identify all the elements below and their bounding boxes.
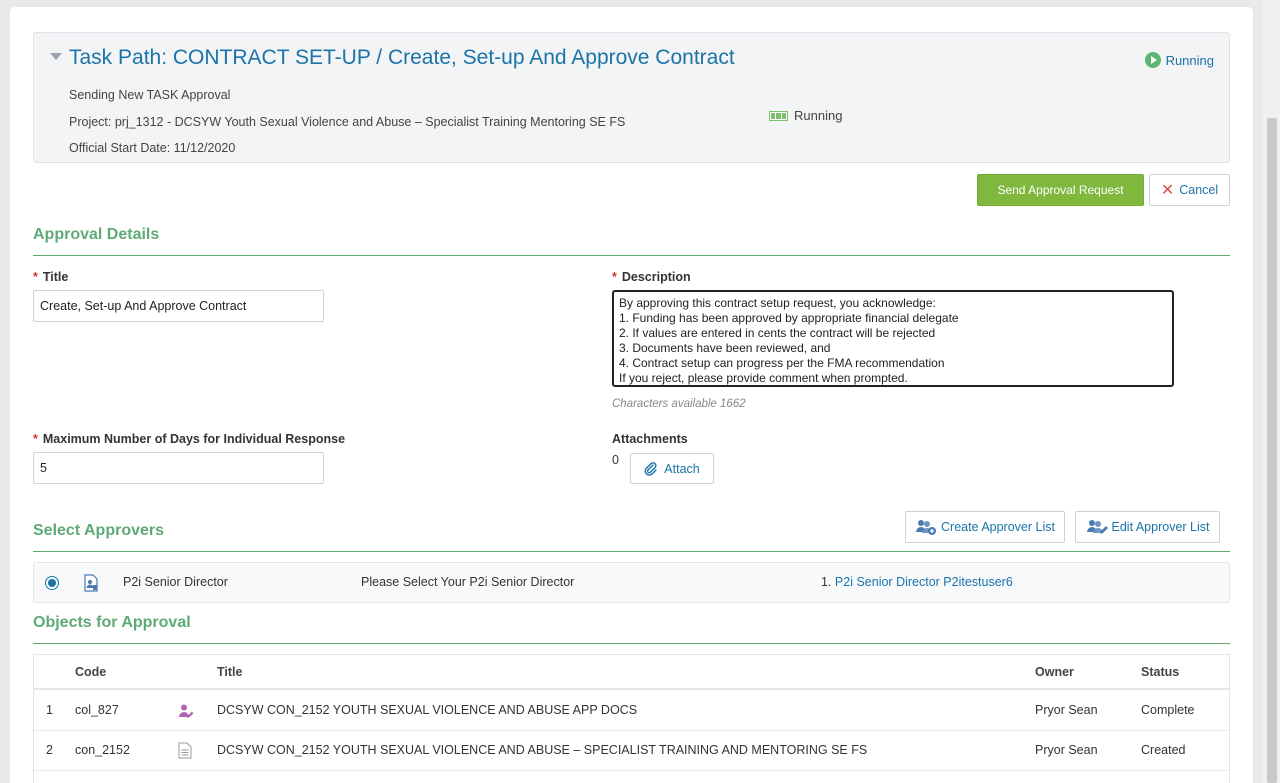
main-card: Task Path: CONTRACT SET-UP / Create, Set… [10, 7, 1253, 783]
max-days-input[interactable]: 5 [33, 452, 324, 484]
scroll-thumb[interactable] [1267, 118, 1277, 783]
row-owner-link[interactable]: Pryor Sean [1035, 703, 1098, 717]
required-asterisk-icon: * [612, 270, 617, 284]
row-title: DCSYW CON_2152 YOUTH SEXUAL VIOLENCE AND… [217, 743, 868, 757]
task-status-label: Running [1165, 52, 1214, 68]
table-header: Code Title Owner Status [34, 655, 1229, 690]
attachments-label: Attachments [612, 432, 688, 446]
approver-radio[interactable] [45, 576, 59, 590]
create-approver-list-label: Create Approver List [941, 520, 1055, 534]
row-owner-link[interactable]: Pryor Sean [1035, 743, 1098, 757]
row-status: Created [1141, 743, 1186, 757]
approver-role: P2i Senior Director [123, 575, 228, 589]
project-line: Project: prj_1312 - DCSYW Youth Sexual V… [69, 115, 626, 129]
select-approvers-heading: Select Approvers [33, 522, 165, 539]
title-input[interactable]: Create, Set-up And Approve Contract [33, 290, 324, 322]
project-status-label: Running [794, 108, 843, 123]
required-asterisk-icon: * [33, 432, 38, 446]
description-label-wrap: * Description [612, 270, 691, 284]
create-approver-list-button[interactable]: Create Approver List [905, 511, 1065, 543]
col-owner[interactable]: Owner [1035, 665, 1074, 679]
start-date-line: Official Start Date: 11/12/2020 [69, 141, 236, 155]
page-scrollbar[interactable] [1263, 0, 1280, 783]
play-circle-icon [1144, 52, 1161, 68]
assigned-approver-index: 1. [821, 575, 832, 589]
collapse-caret-icon[interactable] [50, 53, 62, 60]
objects-table: Code Title Owner Status 1 col_827 DCSYW … [33, 654, 1230, 783]
section-divider [33, 255, 1230, 256]
row-number: 1 [46, 703, 53, 717]
task-header: Task Path: CONTRACT SET-UP / Create, Set… [33, 32, 1230, 163]
col-title[interactable]: Title [217, 665, 242, 679]
users-edit-icon [1086, 520, 1108, 534]
cancel-label: Cancel [1179, 183, 1219, 197]
table-row[interactable]: 2 con_2152 DCSYW CON_2152 YOUTH SEXUAL V… [34, 731, 1229, 771]
row-title: DCSYW CON_2152 YOUTH SEXUAL VIOLENCE AND… [217, 703, 638, 717]
document-icon [178, 742, 192, 759]
battery-status-icon [769, 110, 788, 121]
user-edit-icon [179, 704, 194, 718]
characters-available: Characters available 1662 [612, 398, 746, 410]
row-code: con_2152 [75, 743, 130, 757]
description-label: Description [621, 270, 691, 284]
description-textarea[interactable]: By approving this contract setup request… [612, 290, 1174, 387]
max-days-label: Maximum Number of Days for Individual Re… [42, 432, 346, 446]
cancel-button[interactable]: ✕ Cancel [1149, 174, 1230, 206]
approver-instruction: Please Select Your P2i Senior Director [361, 575, 575, 589]
approver-row[interactable]: P2i Senior Director Please Select Your P… [33, 562, 1230, 603]
edit-approver-list-button[interactable]: Edit Approver List [1075, 511, 1220, 543]
row-status: Complete [1141, 703, 1195, 717]
sending-subtitle: Sending New TASK Approval [69, 88, 231, 102]
send-approval-request-button[interactable]: Send Approval Request [977, 174, 1144, 206]
close-icon: ✕ [1160, 182, 1175, 199]
section-divider [33, 643, 1230, 644]
col-status[interactable]: Status [1141, 665, 1179, 679]
required-asterisk-icon: * [33, 270, 38, 284]
title-label: Title [42, 270, 69, 284]
table-row[interactable]: 1 col_827 DCSYW CON_2152 YOUTH SEXUAL VI… [34, 691, 1229, 731]
task-path-title: Task Path: CONTRACT SET-UP / Create, Set… [69, 46, 735, 69]
attach-button[interactable]: Attach [630, 453, 714, 484]
approval-details-heading: Approval Details [33, 226, 160, 243]
row-code: col_827 [75, 703, 119, 717]
attachments-count: 0 [612, 453, 619, 467]
project-status: Running [769, 108, 842, 123]
attach-label: Attach [664, 461, 700, 476]
user-document-icon [84, 574, 98, 592]
assigned-approver: 1. P2i Senior Director P2itestuser6 [821, 575, 1013, 589]
task-status: Running [1144, 52, 1214, 68]
col-code[interactable]: Code [75, 665, 106, 679]
edit-approver-list-label: Edit Approver List [1111, 520, 1210, 534]
objects-for-approval-heading: Objects for Approval [33, 614, 191, 631]
assigned-approver-link[interactable]: P2i Senior Director P2itestuser6 [835, 575, 1013, 589]
section-divider [33, 551, 1230, 552]
paperclip-icon [644, 461, 657, 476]
title-label-wrap: * Title [33, 270, 68, 284]
row-number: 2 [46, 743, 53, 757]
max-days-label-wrap: * Maximum Number of Days for Individual R… [33, 432, 345, 446]
users-add-icon [916, 520, 937, 535]
